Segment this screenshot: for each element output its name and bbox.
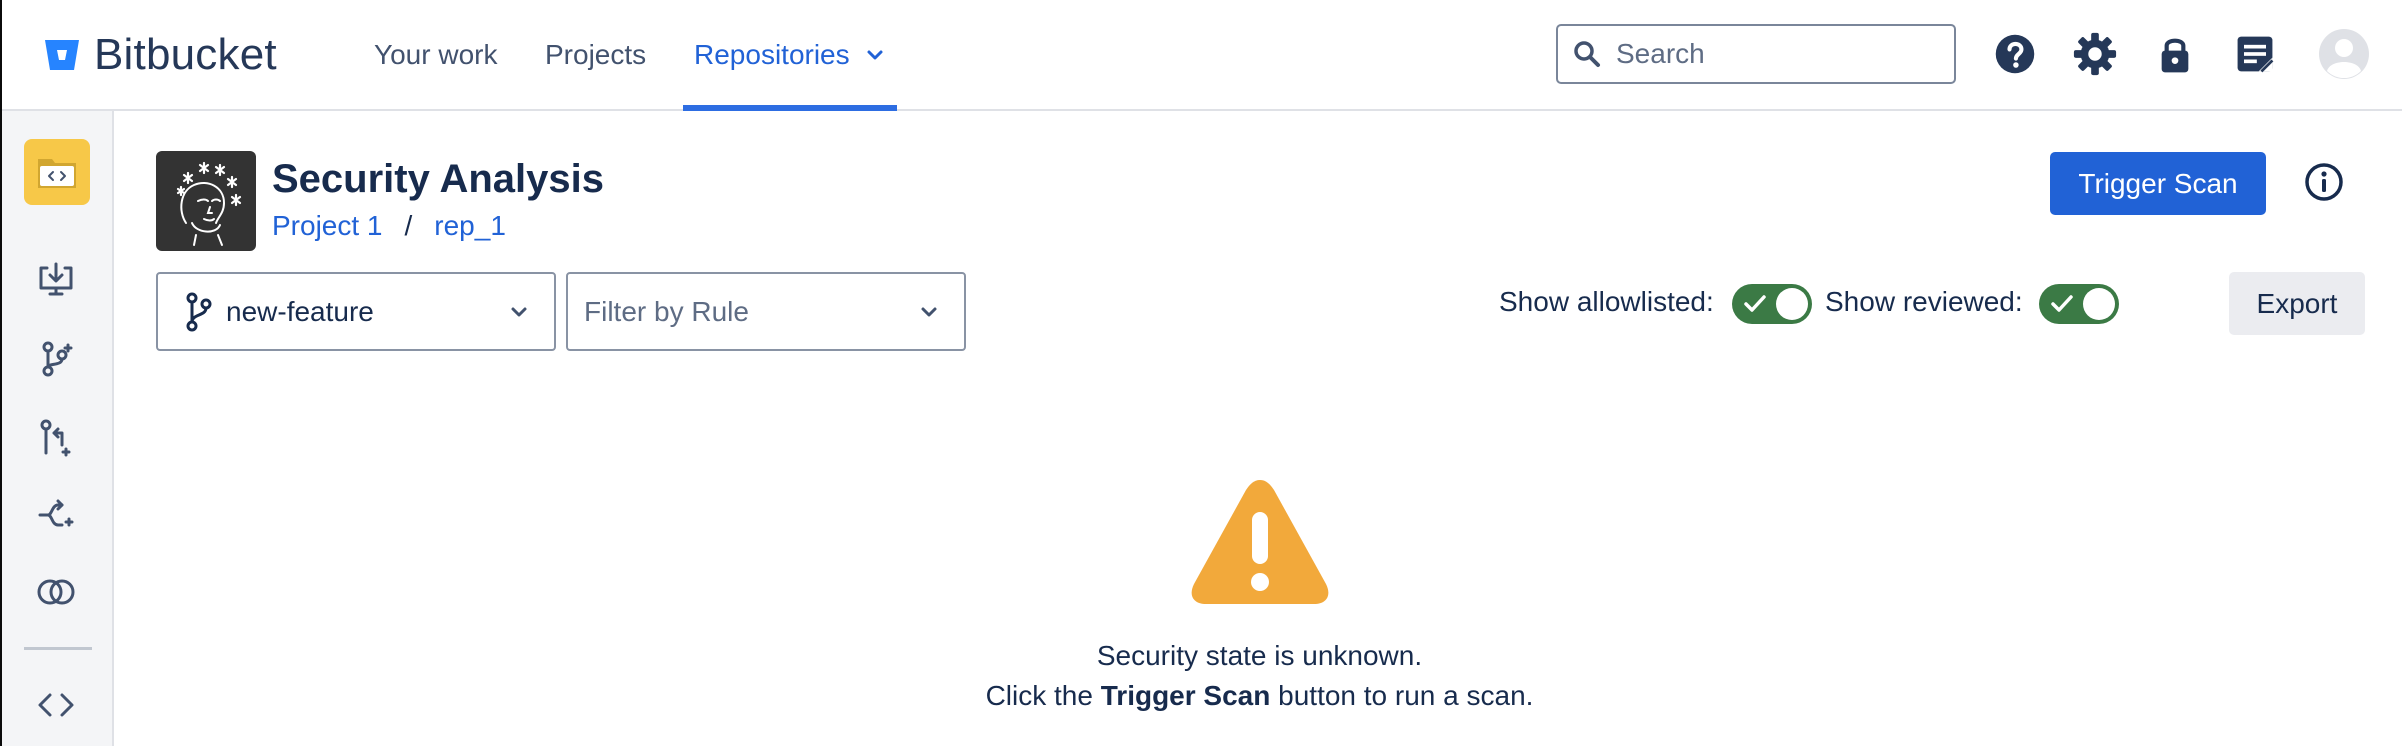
branch-select[interactable]: new-feature — [156, 272, 556, 351]
toggle-knob — [1776, 288, 1808, 320]
bitbucket-logo-icon — [45, 40, 79, 70]
show-reviewed-label: Show reviewed: — [1825, 286, 2023, 317]
branch-icon — [186, 292, 212, 331]
code-icon[interactable] — [34, 683, 78, 727]
empty-state-line2: Click the Trigger Scan button to run a s… — [822, 676, 1697, 716]
project-avatar — [156, 151, 256, 251]
search-box[interactable] — [1556, 24, 1956, 84]
nav-repositories[interactable]: Repositories — [694, 35, 884, 75]
trigger-scan-button[interactable]: Trigger Scan — [2050, 152, 2266, 215]
top-navigation: Bitbucket Your work Projects Repositorie… — [2, 0, 2402, 111]
clone-icon[interactable] — [34, 258, 78, 302]
toggle-knob — [2083, 288, 2115, 320]
app-name: Bitbucket — [94, 30, 277, 79]
sidebar-divider — [24, 647, 92, 650]
empty-state-line1: Security state is unknown. — [1096, 640, 1423, 671]
empty-state-suffix: button to run a scan. — [1270, 680, 1534, 711]
breadcrumb: Project 1 / rep_1 — [272, 210, 506, 242]
pull-requests-icon[interactable] — [34, 415, 78, 459]
compare-icon[interactable] — [34, 570, 78, 614]
page-title: Security Analysis — [272, 157, 605, 201]
breadcrumb-repo-link[interactable]: rep_1 — [434, 210, 506, 242]
check-icon — [1744, 295, 1766, 312]
help-icon[interactable] — [1991, 30, 2039, 78]
branch-select-value: new-feature — [226, 295, 374, 327]
rule-filter-select[interactable]: Filter by Rule — [566, 272, 966, 351]
chevron-down-icon — [511, 307, 527, 317]
nav-repositories-label: Repositories — [694, 39, 850, 70]
check-icon — [2051, 295, 2073, 312]
chevron-down-icon — [921, 307, 937, 317]
info-icon[interactable] — [2302, 160, 2346, 204]
notes-icon[interactable] — [2231, 30, 2279, 78]
user-avatar[interactable] — [2318, 28, 2370, 80]
bitbucket-logo[interactable]: Bitbucket — [44, 30, 277, 80]
warning-icon — [1191, 480, 1329, 604]
show-reviewed-toggle[interactable] — [2039, 284, 2119, 324]
export-button[interactable]: Export — [2229, 272, 2365, 335]
left-sidebar — [2, 111, 114, 746]
breadcrumb-project-link[interactable]: Project 1 — [272, 210, 383, 242]
forks-icon[interactable] — [34, 493, 78, 537]
active-tab-indicator — [683, 105, 897, 111]
rule-filter-placeholder: Filter by Rule — [584, 295, 749, 327]
lock-icon[interactable] — [2151, 30, 2199, 78]
show-allowlisted-label: Show allowlisted: — [1499, 286, 1714, 317]
breadcrumb-separator: / — [404, 210, 413, 241]
empty-state-message: Security state is unknown. Click the Tri… — [822, 636, 1697, 716]
source-icon — [38, 159, 76, 188]
chevron-down-icon — [867, 50, 883, 60]
branches-icon[interactable] — [34, 337, 78, 381]
app-window: Bitbucket Your work Projects Repositorie… — [0, 0, 2402, 746]
empty-state-bold: Trigger Scan — [1100, 680, 1271, 711]
gear-icon[interactable] — [2071, 30, 2119, 78]
empty-state-prefix: Click the — [985, 680, 1101, 711]
search-input[interactable] — [1616, 38, 1936, 70]
search-icon — [1574, 41, 1600, 67]
nav-your-work[interactable]: Your work — [374, 35, 497, 75]
nav-projects[interactable]: Projects — [545, 35, 646, 75]
repository-avatar[interactable] — [24, 139, 90, 205]
show-allowlisted-toggle[interactable] — [1732, 284, 1812, 324]
